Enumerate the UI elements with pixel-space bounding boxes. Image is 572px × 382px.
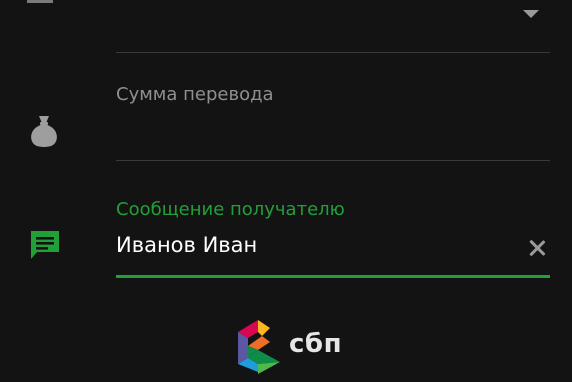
sbp-logo [238,320,280,374]
money-bag-icon [31,116,57,147]
amount-field-underline [116,160,550,161]
amount-input[interactable] [116,108,550,154]
message-input[interactable]: Иванов Иван [116,233,257,257]
dropdown-arrow-icon[interactable] [523,10,539,18]
message-field-label: Сообщение получателю [116,199,345,220]
close-icon[interactable] [526,237,548,259]
sbp-brand-text: сбп [289,329,343,359]
message-icon [31,231,59,259]
amount-field-label: Сумма перевода [116,84,274,105]
message-field-underline [116,275,550,278]
top-field-underline [116,52,550,53]
top-field-icon [27,0,53,3]
